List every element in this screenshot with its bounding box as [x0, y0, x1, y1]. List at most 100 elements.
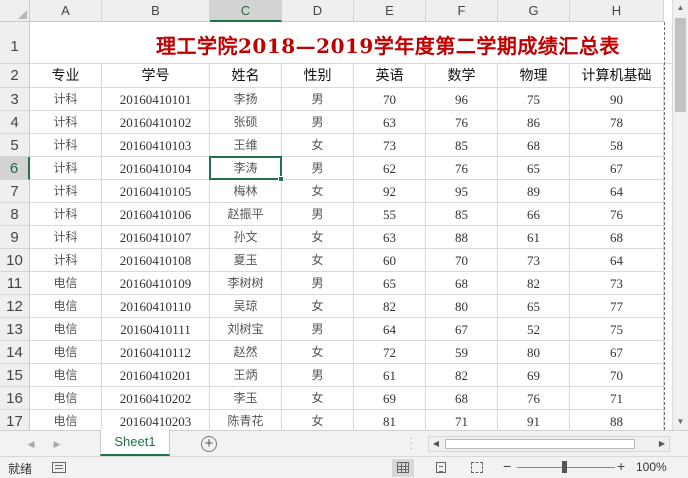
cell-d15[interactable]: 男 — [282, 364, 354, 387]
add-sheet-button[interactable]: + — [201, 436, 217, 452]
cell-h6[interactable]: 67 — [570, 157, 664, 180]
cell-g17[interactable]: 91 — [498, 410, 570, 430]
cell-d4[interactable]: 男 — [282, 111, 354, 134]
cell-c15[interactable]: 王炳 — [210, 364, 282, 387]
cell-d7[interactable]: 女 — [282, 180, 354, 203]
row-header-16[interactable]: 16 — [0, 387, 30, 410]
cell-d17[interactable]: 女 — [282, 410, 354, 430]
cell-b12[interactable]: 20160410110 — [102, 295, 210, 318]
cell-c14[interactable]: 赵然 — [210, 341, 282, 364]
cell-h8[interactable]: 76 — [570, 203, 664, 226]
cell-f13[interactable]: 67 — [426, 318, 498, 341]
row-header-4[interactable]: 4 — [0, 111, 30, 134]
row-header-3[interactable]: 3 — [0, 88, 30, 111]
cell-d2[interactable]: 性别 — [282, 64, 354, 88]
cell-a13[interactable]: 电信 — [30, 318, 102, 341]
cell-e6[interactable]: 62 — [354, 157, 426, 180]
row-header-7[interactable]: 7 — [0, 180, 30, 203]
cell-a4[interactable]: 计科 — [30, 111, 102, 134]
scroll-right-arrow-icon[interactable]: ▶ — [655, 437, 669, 451]
cell-g13[interactable]: 52 — [498, 318, 570, 341]
cell-e7[interactable]: 92 — [354, 180, 426, 203]
cell-f14[interactable]: 59 — [426, 341, 498, 364]
cell-e4[interactable]: 63 — [354, 111, 426, 134]
cell-e12[interactable]: 82 — [354, 295, 426, 318]
cell-d8[interactable]: 男 — [282, 203, 354, 226]
cell-a11[interactable]: 电信 — [30, 272, 102, 295]
cell-c13[interactable]: 刘树宝 — [210, 318, 282, 341]
cell-e13[interactable]: 64 — [354, 318, 426, 341]
column-header-f[interactable]: F — [426, 0, 498, 22]
cell-h5[interactable]: 58 — [570, 134, 664, 157]
macro-recorder-icon[interactable] — [52, 462, 66, 473]
title-cell[interactable]: 理工学院2018—2019学年度第二学期成绩汇总表 — [30, 22, 672, 64]
select-all-corner[interactable] — [0, 0, 30, 22]
cell-h14[interactable]: 67 — [570, 341, 664, 364]
row-header-12[interactable]: 12 — [0, 295, 30, 318]
column-header-e[interactable]: E — [354, 0, 426, 22]
cell-a6[interactable]: 计科 — [30, 157, 102, 180]
row-header-14[interactable]: 14 — [0, 341, 30, 364]
cell-e17[interactable]: 81 — [354, 410, 426, 430]
cell-c2[interactable]: 姓名 — [210, 64, 282, 88]
cell-b11[interactable]: 20160410109 — [102, 272, 210, 295]
cell-d3[interactable]: 男 — [282, 88, 354, 111]
cell-h9[interactable]: 68 — [570, 226, 664, 249]
cell-h15[interactable]: 70 — [570, 364, 664, 387]
cell-d11[interactable]: 男 — [282, 272, 354, 295]
cell-a14[interactable]: 电信 — [30, 341, 102, 364]
cell-c6[interactable]: 李涛 — [210, 157, 282, 180]
fill-handle[interactable] — [278, 176, 284, 182]
cell-g10[interactable]: 73 — [498, 249, 570, 272]
cell-e8[interactable]: 55 — [354, 203, 426, 226]
cell-g5[interactable]: 68 — [498, 134, 570, 157]
cell-a3[interactable]: 计科 — [30, 88, 102, 111]
cell-g8[interactable]: 66 — [498, 203, 570, 226]
cell-g12[interactable]: 65 — [498, 295, 570, 318]
cell-e11[interactable]: 65 — [354, 272, 426, 295]
cell-f3[interactable]: 96 — [426, 88, 498, 111]
cell-b10[interactable]: 20160410108 — [102, 249, 210, 272]
cell-e10[interactable]: 60 — [354, 249, 426, 272]
cell-g4[interactable]: 86 — [498, 111, 570, 134]
cell-g16[interactable]: 76 — [498, 387, 570, 410]
cell-h4[interactable]: 78 — [570, 111, 664, 134]
cell-g14[interactable]: 80 — [498, 341, 570, 364]
row-header-13[interactable]: 13 — [0, 318, 30, 341]
zoom-slider-thumb[interactable] — [562, 461, 567, 473]
cell-c7[interactable]: 梅林 — [210, 180, 282, 203]
cell-e14[interactable]: 72 — [354, 341, 426, 364]
zoom-in-button[interactable]: + — [617, 458, 625, 474]
row-header-1[interactable]: 1 — [0, 22, 30, 64]
spreadsheet-grid[interactable]: A B C D E F G H 1 2 3 4 5 6 7 8 9 10 11 12 13 14 15 16 17 理工学院20… — [0, 0, 672, 430]
cell-f12[interactable]: 80 — [426, 295, 498, 318]
cell-h16[interactable]: 71 — [570, 387, 664, 410]
cell-f10[interactable]: 70 — [426, 249, 498, 272]
cell-f9[interactable]: 88 — [426, 226, 498, 249]
row-header-2[interactable]: 2 — [0, 64, 30, 88]
row-header-5[interactable]: 5 — [0, 134, 30, 157]
row-header-15[interactable]: 15 — [0, 364, 30, 387]
cell-f16[interactable]: 68 — [426, 387, 498, 410]
cell-b4[interactable]: 20160410102 — [102, 111, 210, 134]
scroll-up-arrow-icon[interactable]: ▲ — [673, 0, 688, 16]
cell-b6[interactable]: 20160410104 — [102, 157, 210, 180]
cell-a9[interactable]: 计科 — [30, 226, 102, 249]
cell-a10[interactable]: 计科 — [30, 249, 102, 272]
cell-h11[interactable]: 73 — [570, 272, 664, 295]
cell-f2[interactable]: 数学 — [426, 64, 498, 88]
cell-h3[interactable]: 90 — [570, 88, 664, 111]
cell-h12[interactable]: 77 — [570, 295, 664, 318]
row-header-6[interactable]: 6 — [0, 157, 30, 180]
cell-c17[interactable]: 陈青花 — [210, 410, 282, 430]
row-header-10[interactable]: 10 — [0, 249, 30, 272]
horizontal-scroll-thumb[interactable] — [445, 439, 635, 449]
cell-b5[interactable]: 20160410103 — [102, 134, 210, 157]
cell-a7[interactable]: 计科 — [30, 180, 102, 203]
cell-h7[interactable]: 64 — [570, 180, 664, 203]
cell-f6[interactable]: 76 — [426, 157, 498, 180]
cell-c9[interactable]: 孙文 — [210, 226, 282, 249]
horizontal-scrollbar[interactable]: ◀ ▶ — [428, 436, 670, 452]
cell-c4[interactable]: 张硕 — [210, 111, 282, 134]
cell-a5[interactable]: 计科 — [30, 134, 102, 157]
